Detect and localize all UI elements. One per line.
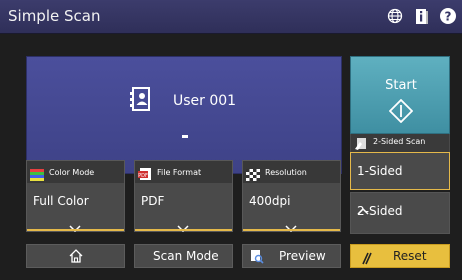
scan-mode-button[interactable]: Scan Mode (134, 244, 233, 268)
option-2-sided[interactable]: 2-Sided (350, 192, 450, 234)
sided-scan-label: 2-Sided Scan (373, 137, 426, 146)
user-name: User 001 (173, 93, 237, 109)
reset-label: Reset (393, 249, 427, 263)
selected-underline (135, 229, 232, 231)
start-button[interactable]: Start (350, 56, 450, 134)
svg-text:PDF: PDF (138, 173, 148, 179)
preview-label: Preview (279, 249, 326, 263)
chevron-down-icon (177, 217, 189, 236)
scan-mode-label: Scan Mode (153, 249, 219, 263)
selected-underline (243, 229, 340, 231)
app-title: Simple Scan (8, 7, 101, 25)
reset-button[interactable]: Reset (350, 244, 450, 268)
color-mode-header: Color Mode (27, 161, 124, 183)
user-panel[interactable]: User 001 (26, 56, 342, 174)
preview-icon (250, 249, 264, 268)
option-1-sided-label: 1-Sided (357, 164, 403, 178)
start-diamond-icon (388, 98, 414, 127)
sided-scan-header: 2-Sided Scan (350, 134, 450, 152)
start-label: Start (385, 78, 417, 93)
chevron-down-icon (69, 217, 81, 236)
chevron-down-icon (285, 217, 297, 236)
preview-button[interactable]: Preview (242, 244, 341, 268)
color-mode-value: Full Color (33, 194, 89, 208)
home-icon (68, 248, 84, 268)
resolution-label: Resolution (265, 168, 307, 177)
svg-text:?: ? (445, 10, 452, 24)
color-mode-icon (30, 166, 44, 181)
user-indicator (182, 135, 188, 138)
pdf-icon: PDF (138, 166, 152, 180)
globe-icon[interactable] (385, 6, 405, 26)
option-1-sided[interactable]: 1-Sided (350, 152, 450, 190)
home-button[interactable] (26, 244, 125, 268)
file-format-header: PDF File Format (135, 161, 232, 183)
chevron-up-icon (357, 204, 369, 218)
file-format-label: File Format (157, 168, 202, 177)
title-bar: Simple Scan ? (0, 0, 462, 34)
resolution-icon (246, 166, 260, 181)
resolution-setting[interactable]: Resolution 400dpi (242, 160, 341, 233)
file-format-value: PDF (141, 194, 165, 208)
main-area: User 001 Start 2-Sided Scan 1-Sided 2-Si… (0, 34, 462, 280)
reset-icon (361, 250, 373, 269)
color-mode-setting[interactable]: Color Mode Full Color (26, 160, 125, 233)
info-icon[interactable] (412, 6, 432, 26)
resolution-value: 400dpi (249, 194, 291, 208)
file-format-setting[interactable]: PDF File Format PDF (134, 160, 233, 233)
user-card-icon (130, 86, 152, 112)
color-mode-label: Color Mode (49, 168, 95, 177)
help-icon[interactable]: ? (438, 6, 458, 26)
selected-underline (27, 229, 124, 231)
resolution-header: Resolution (243, 161, 340, 183)
